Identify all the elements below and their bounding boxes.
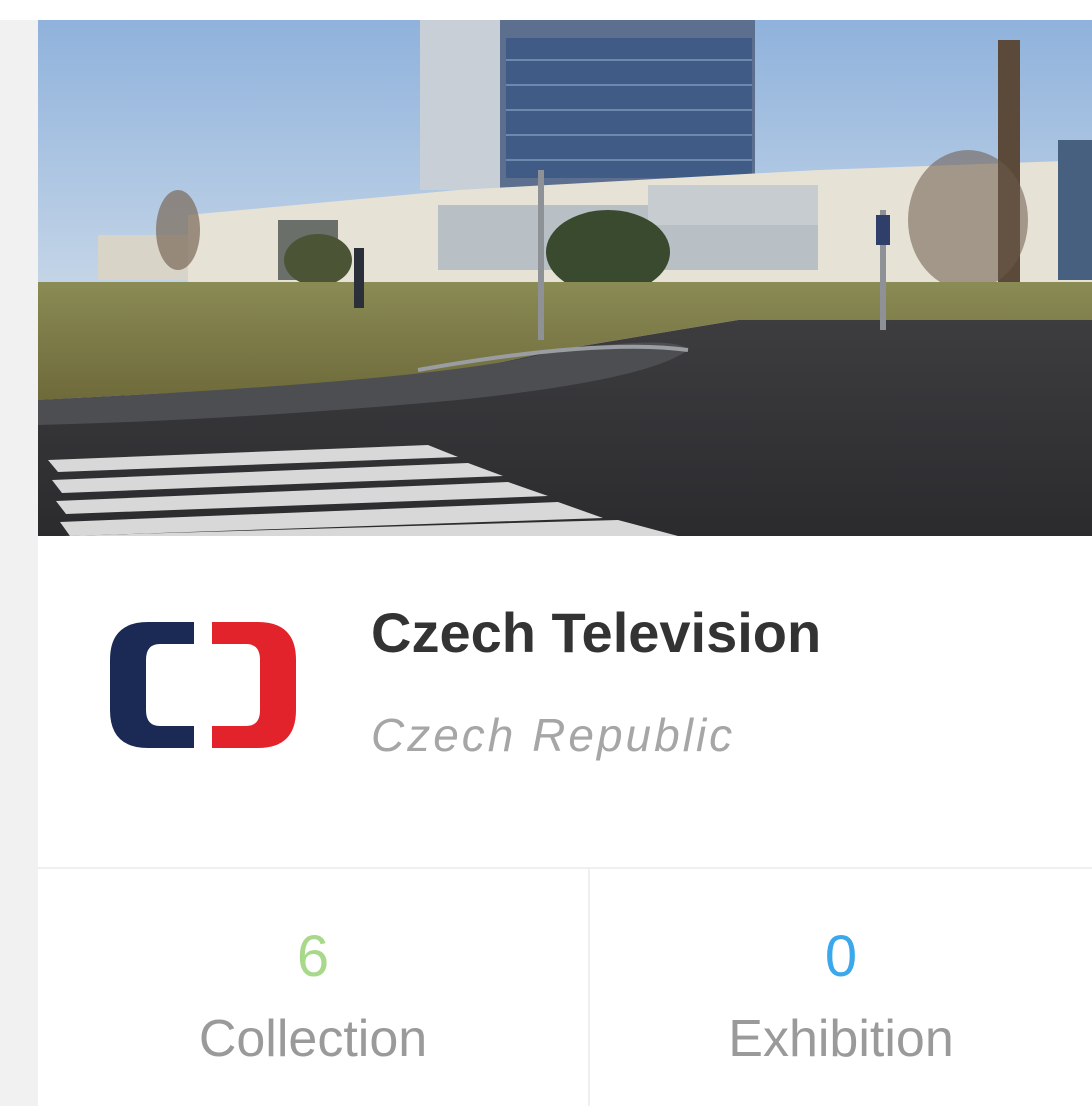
czech-television-logo-icon	[108, 620, 300, 750]
organization-card[interactable]: Czech Television Czech Republic 6 Collec…	[38, 20, 1092, 1106]
exhibition-count: 0	[824, 924, 858, 989]
cover-photo	[38, 20, 1092, 536]
top-strip	[0, 0, 1092, 20]
organization-country: Czech Republic	[371, 709, 736, 761]
collection-count: 6	[296, 924, 330, 989]
exhibition-stat[interactable]: 0 Exhibition	[590, 869, 1092, 1106]
collection-label: Collection	[198, 1010, 428, 1068]
exhibition-label: Exhibition	[728, 1010, 954, 1068]
page: Czech Television Czech Republic 6 Collec…	[0, 0, 1092, 1106]
collection-stat[interactable]: 6 Collection	[38, 869, 588, 1106]
organization-name[interactable]: Czech Television	[371, 600, 821, 665]
